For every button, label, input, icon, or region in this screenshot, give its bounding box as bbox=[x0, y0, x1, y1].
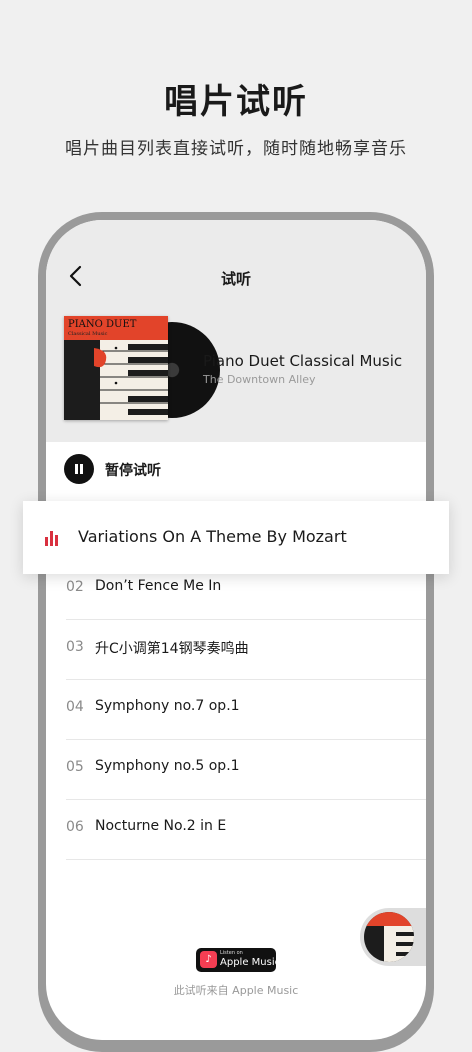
pause-preview-label[interactable]: 暂停试听 bbox=[105, 460, 161, 480]
album-cover: PIANO DUET Classical Music bbox=[64, 316, 168, 420]
album-title: Piano Duet Classical Music bbox=[203, 352, 403, 370]
track-number: 05 bbox=[66, 759, 84, 775]
track-row[interactable]: 05 Symphony no.5 op.1 bbox=[66, 740, 426, 800]
source-attribution: 此试听来自 Apple Music bbox=[173, 984, 299, 997]
track-title: Nocturne No.2 in E bbox=[95, 818, 227, 834]
mini-player[interactable] bbox=[360, 908, 426, 966]
track-number: 03 bbox=[66, 639, 84, 655]
track-row[interactable]: 06 Nocturne No.2 in E bbox=[66, 800, 426, 860]
track-number: 02 bbox=[66, 579, 84, 595]
pause-icon[interactable] bbox=[64, 454, 94, 484]
track-row[interactable]: 04 Symphony no.7 op.1 bbox=[66, 680, 426, 740]
piano-keys-art bbox=[94, 340, 168, 420]
promo-subtitle: 唱片曲目列表直接试听，随时随地畅享音乐 bbox=[65, 139, 407, 159]
now-playing-track[interactable]: Variations On A Theme By Mozart bbox=[23, 501, 449, 574]
cover-title: PIANO DUET bbox=[68, 319, 137, 330]
album-art: PIANO DUET Classical Music bbox=[64, 316, 220, 424]
mini-player-artwork[interactable] bbox=[364, 912, 414, 962]
track-title: Symphony no.5 op.1 bbox=[95, 758, 240, 774]
equalizer-icon bbox=[45, 530, 61, 546]
track-title: 升C小调第14钢琴奏鸣曲 bbox=[95, 641, 249, 657]
album-artist[interactable]: The Downtown Alley bbox=[203, 373, 316, 386]
apple-music-badge[interactable]: ♪ Listen on Apple Music bbox=[196, 948, 280, 972]
track-number: 04 bbox=[66, 699, 84, 715]
phone-screen: 试听 PIANO DUET Classical Music Piano Duet… bbox=[46, 220, 426, 1040]
now-playing-title: Variations On A Theme By Mozart bbox=[78, 527, 347, 546]
promo-title: 唱片试听 bbox=[164, 82, 308, 122]
track-title: Don’t Fence Me In bbox=[95, 578, 222, 594]
page-title: 试听 bbox=[220, 270, 251, 288]
badge-listen-on: Listen on bbox=[220, 950, 243, 956]
album-header: 试听 PIANO DUET Classical Music Piano Duet… bbox=[46, 220, 426, 442]
cover-subtitle: Classical Music bbox=[68, 331, 108, 337]
music-note-icon: ♪ bbox=[200, 951, 217, 968]
badge-apple-music: Apple Music bbox=[220, 957, 281, 968]
track-number: 06 bbox=[66, 819, 84, 835]
track-row[interactable]: 03 升C小调第14钢琴奏鸣曲 bbox=[66, 620, 426, 680]
track-title: Symphony no.7 op.1 bbox=[95, 698, 240, 714]
